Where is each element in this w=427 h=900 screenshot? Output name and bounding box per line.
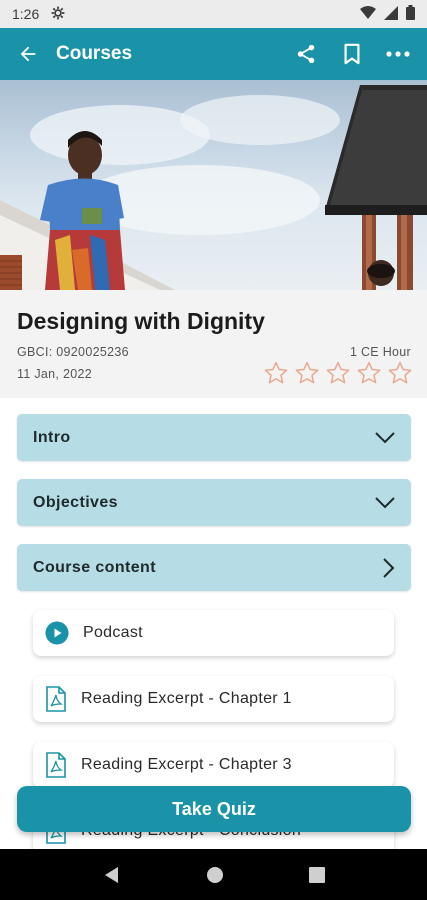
play-circle-icon	[45, 621, 69, 645]
content-item-podcast[interactable]: Podcast	[33, 610, 394, 656]
pdf-icon	[46, 752, 66, 778]
content-item-label: Podcast	[83, 624, 143, 641]
content-item-reading[interactable]: Reading Excerpt - Chapter 1	[33, 676, 394, 722]
content-item-label: Reading Excerpt - Chapter 1	[81, 690, 292, 707]
star-outline-icon[interactable]	[294, 360, 320, 386]
course-hero-image	[0, 80, 427, 290]
app-bar-title: Courses	[56, 43, 133, 64]
nav-recents-icon[interactable]	[308, 866, 325, 883]
star-outline-icon[interactable]	[356, 360, 382, 386]
section-objectives[interactable]: Objectives	[17, 479, 411, 526]
signal-icon	[384, 5, 398, 23]
chevron-down-icon	[375, 496, 395, 508]
take-quiz-button[interactable]: Take Quiz	[17, 786, 411, 832]
star-outline-icon[interactable]	[325, 360, 351, 386]
section-label: Intro	[33, 428, 71, 446]
wifi-icon	[360, 5, 376, 23]
more-horizontal-icon	[386, 51, 410, 57]
system-nav-bar	[0, 849, 427, 900]
status-bar: 1:26	[0, 0, 427, 28]
bookmark-button[interactable]	[329, 28, 375, 80]
star-outline-icon[interactable]	[387, 360, 413, 386]
course-ce-hours: 1 CE Hour	[349, 345, 411, 359]
section-course-content[interactable]: Course content	[17, 544, 411, 591]
app-bar: Courses	[0, 28, 427, 80]
section-label: Objectives	[33, 493, 118, 511]
course-date: 11 Jan, 2022	[17, 367, 92, 381]
course-gbci-number: GBCI: 0920025236	[17, 345, 129, 359]
star-outline-icon[interactable]	[263, 360, 289, 386]
share-button[interactable]	[283, 28, 329, 80]
pdf-icon	[46, 686, 66, 712]
share-icon	[297, 44, 315, 64]
status-time: 1:26	[12, 6, 40, 22]
nav-back-icon[interactable]	[103, 866, 121, 884]
chevron-right-icon	[383, 557, 395, 578]
more-options-button[interactable]	[375, 28, 421, 80]
course-rating[interactable]	[263, 360, 413, 386]
course-info-header: Designing with Dignity GBCI: 0920025236 …	[0, 290, 427, 398]
content-item-reading[interactable]: Reading Excerpt - Chapter 3	[33, 742, 394, 788]
battery-icon	[406, 5, 415, 23]
nav-home-icon[interactable]	[206, 866, 224, 884]
course-title: Designing with Dignity	[17, 308, 265, 334]
back-button[interactable]	[0, 28, 56, 80]
section-label: Course content	[33, 558, 156, 576]
section-intro[interactable]: Intro	[17, 414, 411, 461]
arrow-left-icon	[20, 46, 36, 62]
chevron-down-icon	[375, 431, 395, 443]
settings-icon	[51, 6, 65, 23]
content-item-label: Reading Excerpt - Chapter 3	[81, 756, 292, 773]
bookmark-icon	[344, 43, 360, 65]
